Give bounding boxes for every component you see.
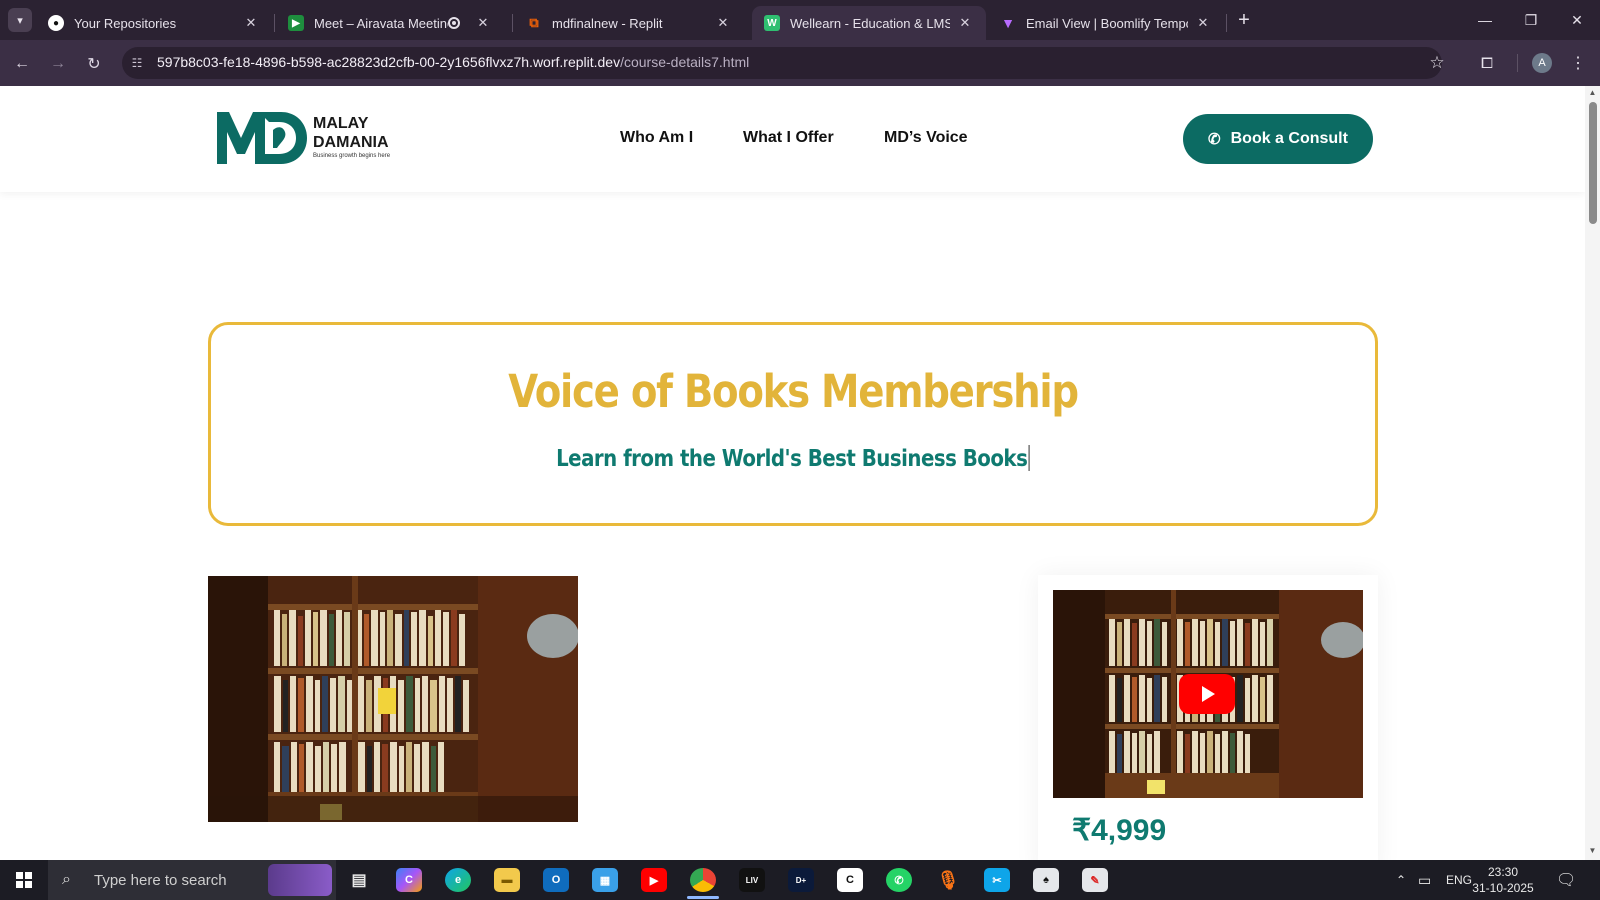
close-tab-icon[interactable]: ✕	[242, 15, 260, 31]
search-icon: ⌕	[62, 871, 71, 888]
close-tab-icon[interactable]: ✕	[956, 15, 974, 31]
tab-title: Email View | Boomlify Temporar	[1026, 15, 1188, 31]
book-consult-label: Book a Consult	[1230, 130, 1348, 147]
replit-icon: ⧉	[529, 15, 539, 30]
whatsapp-icon[interactable]: ✆	[886, 868, 912, 892]
browser-menu-icon[interactable]: ⋮	[1568, 52, 1588, 74]
network-icon[interactable]: ▭	[1418, 860, 1431, 900]
tab-search-menu-button[interactable]: ▾	[8, 8, 32, 32]
system-clock[interactable]: 23:30 31-10-2025	[1468, 864, 1538, 896]
paint-icon[interactable]: ✎	[1082, 868, 1108, 892]
phone-icon: ✆	[1208, 131, 1221, 148]
active-app-indicator	[687, 896, 719, 899]
tab-title: Wellearn - Education & LMS HT	[790, 15, 950, 31]
restore-window-button[interactable]: ❐	[1508, 0, 1554, 40]
tab-title: mdfinalnew - Replit	[552, 15, 663, 31]
tab-your-repositories[interactable]: ● Your Repositories ✕	[36, 6, 272, 40]
close-window-button[interactable]: ✕	[1554, 0, 1600, 40]
recording-indicator-icon	[448, 17, 460, 29]
minimize-window-button[interactable]: —	[1462, 0, 1508, 40]
new-tab-button[interactable]: +	[1232, 8, 1256, 32]
sony-liv-icon[interactable]: LIV	[739, 868, 765, 892]
edge-browser-icon[interactable]: e	[445, 868, 471, 892]
tab-meet[interactable]: ▶ Meet – Airavata Meeting ✕	[276, 6, 504, 40]
logo-wordmark: MALAY DAMANIA	[313, 114, 389, 152]
close-tab-icon[interactable]: ✕	[474, 15, 492, 31]
github-icon: ●	[48, 15, 64, 31]
solitaire-icon[interactable]: ♠	[1033, 868, 1059, 892]
page-subtitle[interactable]: Learn from the World's Best Business Boo…	[292, 445, 1293, 472]
clock-time: 23:30	[1487, 865, 1519, 879]
logo-line-2: DAMANIA	[313, 134, 389, 151]
boomlify-icon: ▼	[1001, 15, 1015, 31]
google-meet-icon: ▶	[288, 15, 304, 31]
course-price: ₹4,999	[1072, 814, 1167, 847]
tab-wellearn[interactable]: W Wellearn - Education & LMS HT ✕	[752, 6, 986, 40]
page-subtitle-text: Learn from the World's Best Business Boo…	[556, 446, 1028, 472]
url-text[interactable]: 597b8c03-fe18-4896-b598-ac28823d2cfb-00-…	[157, 54, 749, 70]
tab-title: Your Repositories	[74, 15, 177, 31]
nav-mds-voice[interactable]: MD’s Voice	[884, 129, 968, 147]
tab-boomlify[interactable]: ▼ Email View | Boomlify Temporar ✕	[988, 6, 1224, 40]
tray-overflow-chevron-icon[interactable]: ⌃	[1396, 860, 1406, 900]
extensions-puzzle-icon[interactable]: ⧠	[1476, 52, 1498, 74]
tab-replit[interactable]: ⧉ mdfinalnew - Replit ✕	[514, 6, 744, 40]
site-header: MALAY DAMANIA Business growth begins her…	[0, 86, 1585, 192]
hotstar-icon[interactable]: D+	[788, 868, 814, 892]
toolbar-divider	[1517, 54, 1518, 72]
taskbar-search-box[interactable]: ⌕ Type here to search	[48, 860, 336, 900]
notifications-icon[interactable]: 🗨	[1556, 860, 1576, 900]
bookmark-star-icon[interactable]: ☆	[1426, 52, 1448, 74]
nav-what-i-offer[interactable]: What I Offer	[743, 129, 834, 147]
start-button[interactable]	[0, 860, 48, 900]
tab-title: Meet – Airavata Meeting	[314, 15, 448, 31]
text-cursor	[1029, 445, 1030, 471]
wellearn-icon: W	[764, 15, 780, 31]
close-tab-icon[interactable]: ✕	[714, 15, 732, 31]
md-logo-mark	[217, 112, 307, 164]
control-panel-icon[interactable]: ▦	[592, 868, 618, 892]
scroll-down-arrow-icon[interactable]: ▼	[1587, 846, 1598, 856]
tab-separator	[1226, 14, 1227, 32]
url-path: /course-details7.html	[620, 54, 750, 70]
chrome-icon[interactable]	[690, 868, 716, 892]
site-info-icon[interactable]: ☷	[128, 54, 146, 72]
bookshelf-illustration	[208, 576, 578, 822]
page-title: Voice of Books Membership	[508, 365, 1079, 418]
tab-separator	[512, 14, 513, 32]
forward-arrow-icon[interactable]: →	[46, 52, 70, 76]
windows-logo-icon	[16, 872, 32, 888]
outlook-icon[interactable]: O	[543, 868, 569, 892]
bookshelf-image	[208, 576, 578, 822]
search-highlight-icon	[268, 864, 332, 896]
course-sidebar-card: ₹4,999	[1038, 575, 1378, 860]
hero-title-box: Voice of Books Membership Learn from the…	[208, 322, 1378, 526]
course-preview-video[interactable]	[1053, 590, 1363, 798]
clock-date: 31-10-2025	[1472, 881, 1534, 895]
file-explorer-icon[interactable]: ▬	[494, 868, 520, 892]
scroll-up-arrow-icon[interactable]: ▲	[1587, 88, 1598, 98]
url-host: 597b8c03-fe18-4896-b598-ac28823d2cfb-00-…	[157, 54, 621, 70]
task-view-icon[interactable]: ▤	[346, 868, 372, 892]
book-consult-button[interactable]: ✆ Book a Consult	[1183, 114, 1373, 164]
back-arrow-icon[interactable]: ←	[10, 52, 34, 76]
logo-line-1: MALAY	[313, 115, 369, 132]
microphone-icon[interactable]: 🎙	[935, 868, 961, 892]
taskbar-search-placeholder: Type here to search	[94, 871, 227, 889]
tab-separator	[274, 14, 275, 32]
copilot-icon[interactable]: C	[396, 868, 422, 892]
scrollbar-thumb[interactable]	[1589, 102, 1597, 224]
reload-icon[interactable]: ↻	[82, 52, 106, 76]
youtube-play-icon[interactable]	[1179, 674, 1235, 714]
capcut-icon[interactable]: C	[837, 868, 863, 892]
youtube-app-icon[interactable]: ▶	[641, 868, 667, 892]
close-tab-icon[interactable]: ✕	[1194, 15, 1212, 31]
profile-avatar[interactable]: A	[1532, 53, 1552, 73]
site-logo[interactable]: MALAY DAMANIA Business growth begins her…	[215, 108, 405, 168]
nav-who-am-i[interactable]: Who Am I	[620, 129, 693, 147]
logo-tagline: Business growth begins here	[313, 153, 391, 159]
snipping-tool-icon[interactable]: ✂	[984, 868, 1010, 892]
web-page: MALAY DAMANIA Business growth begins her…	[0, 86, 1585, 860]
